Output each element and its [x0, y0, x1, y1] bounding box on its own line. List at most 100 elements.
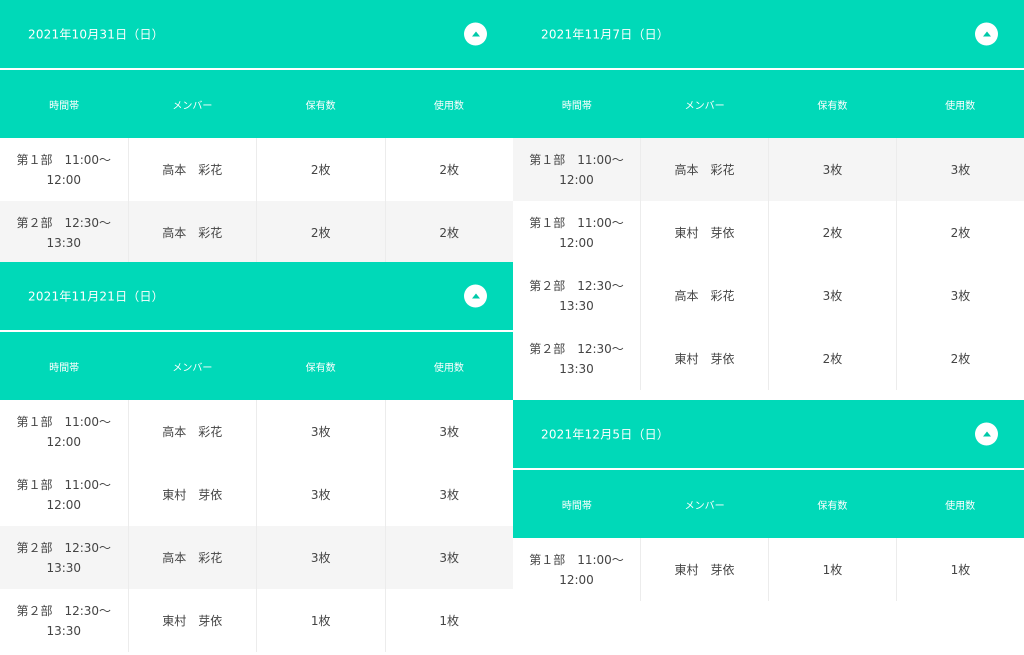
- time-cell: 第２部 12:30〜 13:30: [0, 201, 129, 264]
- owned-cell: 2枚: [769, 201, 897, 264]
- member-cell: 東村 芽依: [641, 327, 769, 390]
- event-date-header[interactable]: 2021年11月7日（日）: [513, 0, 1024, 70]
- table-row: 第２部 12:30〜 13:30 高本 彩花 3枚 3枚: [513, 264, 1024, 327]
- time-slot: 第２部 12:30〜: [16, 540, 112, 555]
- chevron-up-icon: [471, 31, 480, 36]
- used-cell: 2枚: [439, 162, 460, 177]
- chevron-up-icon: [471, 293, 480, 298]
- collapse-toggle-button[interactable]: [464, 284, 487, 308]
- time-cell: 第１部 11:00〜 12:00: [513, 538, 641, 601]
- time-slot: 第１部 11:00〜: [529, 552, 624, 567]
- time-cell: 第１部 11:00〜 12:00: [513, 138, 641, 201]
- member-cell: 高本 彩花: [129, 400, 257, 463]
- table-header: 時間帯 メンバー 保有数 使用数: [513, 70, 1024, 138]
- table-header: 時間帯 メンバー 保有数 使用数: [513, 470, 1024, 538]
- time-end: 13:30: [46, 623, 82, 638]
- table-header: 時間帯 メンバー 保有数 使用数: [0, 70, 513, 138]
- col-member: メンバー: [684, 100, 725, 112]
- owned-cell: 1枚: [257, 589, 386, 652]
- col-time: 時間帯: [561, 100, 592, 112]
- owned-cell: 1枚: [769, 538, 897, 601]
- col-member: メンバー: [172, 100, 213, 112]
- owned-cell: 3枚: [257, 526, 386, 589]
- used-cell: 3枚: [950, 162, 971, 177]
- col-time: 時間帯: [49, 362, 80, 374]
- owned-cell: 3枚: [769, 264, 897, 327]
- time-slot: 第１部 11:00〜: [529, 215, 624, 230]
- event-date: 2021年10月31日（日）: [28, 27, 164, 42]
- time-end: 13:30: [559, 361, 594, 376]
- time-cell: 第２部 12:30〜 13:30: [0, 526, 129, 589]
- event-section: 2021年11月7日（日） 時間帯 メンバー 保有数 使用数 第１部 11:00…: [513, 0, 1024, 390]
- time-end: 12:00: [559, 172, 594, 187]
- time-end: 13:30: [46, 235, 82, 250]
- col-owned: 保有数: [305, 362, 336, 374]
- member-cell: 高本 彩花: [129, 201, 257, 264]
- collapse-toggle-button[interactable]: [975, 22, 998, 46]
- time-end: 12:00: [46, 497, 82, 512]
- time-end: 12:00: [46, 434, 82, 449]
- table-row: 第１部 11:00〜 12:00 東村 芽依 3枚 3枚: [0, 463, 513, 526]
- member-cell: 東村 芽依: [129, 463, 257, 526]
- collapse-toggle-button[interactable]: [975, 422, 998, 446]
- event-section: 2021年12月5日（日） 時間帯 メンバー 保有数 使用数 第１部 11:00…: [513, 400, 1024, 601]
- event-date-header[interactable]: 2021年12月5日（日）: [513, 400, 1024, 470]
- used-cell: 3枚: [439, 487, 460, 502]
- owned-cell: 3枚: [769, 138, 897, 201]
- owned-cell: 2枚: [769, 327, 897, 390]
- col-member: メンバー: [684, 500, 725, 512]
- col-time: 時間帯: [561, 500, 592, 512]
- time-end: 13:30: [559, 298, 594, 313]
- member-cell: 高本 彩花: [129, 138, 257, 201]
- col-used: 使用数: [433, 100, 464, 112]
- event-date-header[interactable]: 2021年10月31日（日）: [0, 0, 513, 70]
- table-row: 第２部 12:30〜 13:30 東村 芽依 1枚 1枚: [0, 589, 513, 652]
- event-date: 2021年11月21日（日）: [28, 289, 164, 304]
- col-owned: 保有数: [817, 500, 848, 512]
- member-cell: 東村 芽依: [641, 538, 769, 601]
- event-section: 2021年10月31日（日） 時間帯 メンバー 保有数 使用数 第１部 11:0…: [0, 0, 513, 264]
- table-row: 第２部 12:30〜 13:30 高本 彩花 2枚 2枚: [0, 201, 513, 264]
- table-row: 第１部 11:00〜 12:00 東村 芽依 1枚 1枚: [513, 538, 1024, 601]
- event-section: 2021年11月21日（日） 時間帯 メンバー 保有数 使用数 第１部 11:0…: [0, 262, 513, 652]
- col-used: 使用数: [945, 100, 976, 112]
- table-row: 第１部 11:00〜 12:00 高本 彩花 3枚 3枚: [513, 138, 1024, 201]
- col-owned: 保有数: [817, 100, 848, 112]
- table-row: 第２部 12:30〜 13:30 東村 芽依 2枚 2枚: [513, 327, 1024, 390]
- used-cell: 2枚: [950, 225, 971, 240]
- time-cell: 第２部 12:30〜 13:30: [513, 264, 641, 327]
- time-cell: 第２部 12:30〜 13:30: [513, 327, 641, 390]
- col-used: 使用数: [945, 500, 976, 512]
- owned-cell: 3枚: [257, 463, 386, 526]
- used-cell: 2枚: [950, 351, 971, 366]
- table-row: 第２部 12:30〜 13:30 高本 彩花 3枚 3枚: [0, 526, 513, 589]
- time-end: 13:30: [46, 560, 82, 575]
- event-date: 2021年11月7日（日）: [541, 27, 670, 42]
- time-slot: 第１部 11:00〜: [16, 477, 112, 492]
- collapse-toggle-button[interactable]: [464, 22, 487, 46]
- owned-cell: 2枚: [257, 201, 386, 264]
- member-cell: 東村 芽依: [129, 589, 257, 652]
- member-cell: 高本 彩花: [641, 138, 769, 201]
- time-cell: 第１部 11:00〜 12:00: [513, 201, 641, 264]
- col-time: 時間帯: [49, 100, 80, 112]
- event-date-header[interactable]: 2021年11月21日（日）: [0, 262, 513, 332]
- table-header: 時間帯 メンバー 保有数 使用数: [0, 332, 513, 400]
- used-cell: 1枚: [439, 613, 460, 628]
- table-row: 第１部 11:00〜 12:00 東村 芽依 2枚 2枚: [513, 201, 1024, 264]
- time-slot: 第１部 11:00〜: [16, 152, 112, 167]
- member-cell: 東村 芽依: [641, 201, 769, 264]
- time-slot: 第２部 12:30〜: [529, 341, 624, 356]
- time-cell: 第１部 11:00〜 12:00: [0, 463, 129, 526]
- time-cell: 第１部 11:00〜 12:00: [0, 400, 129, 463]
- chevron-up-icon: [982, 431, 991, 436]
- time-cell: 第１部 11:00〜 12:00: [0, 138, 129, 201]
- col-used: 使用数: [433, 362, 464, 374]
- time-slot: 第２部 12:30〜: [16, 215, 112, 230]
- col-member: メンバー: [172, 362, 213, 374]
- event-date: 2021年12月5日（日）: [541, 427, 670, 442]
- table-row: 第１部 11:00〜 12:00 高本 彩花 3枚 3枚: [0, 400, 513, 463]
- owned-cell: 2枚: [257, 138, 386, 201]
- time-slot: 第１部 11:00〜: [16, 414, 112, 429]
- owned-cell: 3枚: [257, 400, 386, 463]
